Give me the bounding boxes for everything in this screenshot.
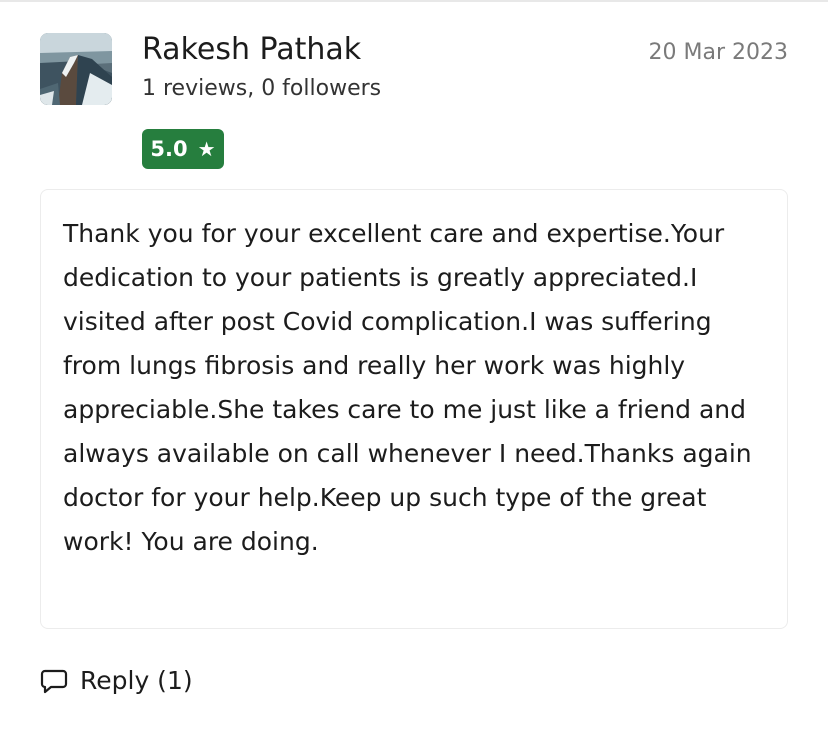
star-icon: ★: [197, 137, 216, 161]
review-card: Thank you for your excellent care and ex…: [40, 189, 788, 629]
top-divider: [0, 0, 828, 2]
reviewer-stats: 1 reviews, 0 followers: [142, 76, 382, 101]
review-text: Thank you for your excellent care and ex…: [63, 219, 752, 556]
comment-icon: [40, 667, 68, 695]
reply-button[interactable]: Reply (1): [40, 661, 193, 701]
rating-value: 5.0: [150, 137, 188, 161]
reply-label: Reply (1): [80, 666, 193, 695]
reviewer-name[interactable]: Rakesh Pathak: [142, 30, 361, 70]
avatar[interactable]: [40, 33, 112, 105]
review-date: 20 Mar 2023: [648, 40, 788, 65]
avatar-photo: [40, 33, 112, 105]
rating-badge: 5.0 ★: [142, 129, 224, 169]
